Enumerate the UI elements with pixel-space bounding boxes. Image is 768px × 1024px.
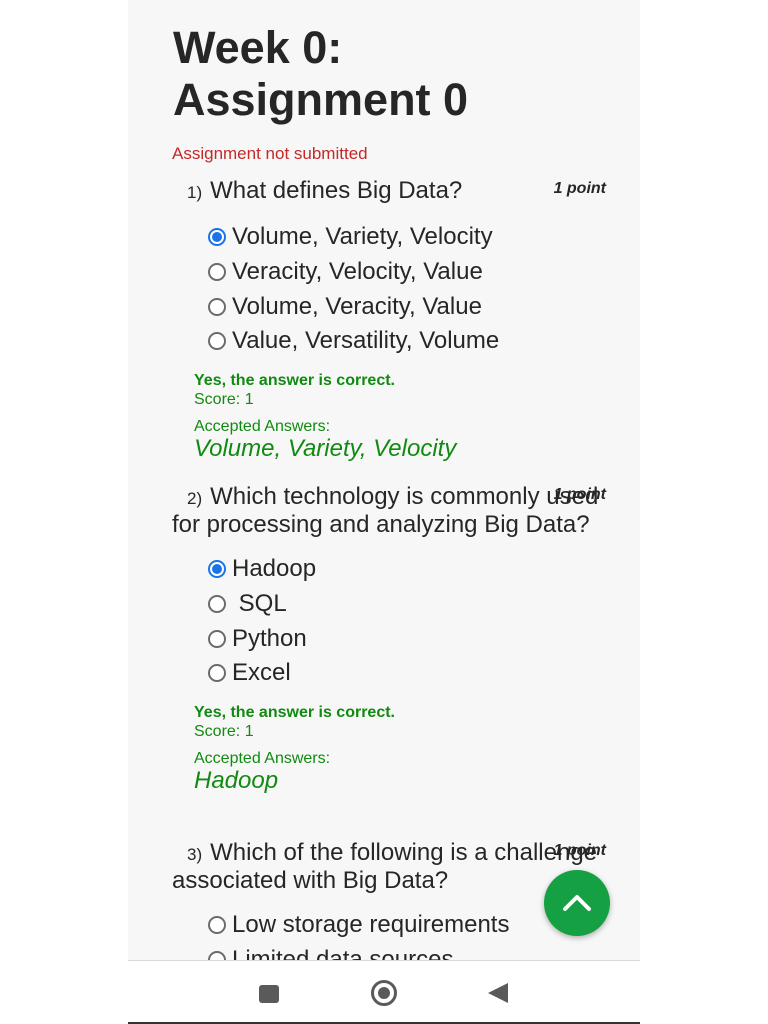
phone-screen: Week 0: Assignment 0 Assignment not subm… bbox=[128, 0, 640, 1024]
option-label: Value, Versatility, Volume bbox=[232, 327, 500, 355]
answer-feedback: Yes, the answer is correct. Score: 1 Acc… bbox=[194, 703, 612, 794]
accepted-answer: Volume, Variety, Velocity bbox=[194, 434, 457, 462]
answer-option[interactable]: Volume, Variety, Velocity bbox=[208, 220, 612, 255]
option-label: Volume, Variety, Velocity bbox=[232, 223, 493, 251]
feedback-correct: Yes, the answer is correct. bbox=[194, 703, 395, 721]
radio-button[interactable] bbox=[208, 263, 226, 282]
radio-button[interactable] bbox=[208, 629, 226, 648]
question-points: 1 point bbox=[553, 842, 606, 859]
option-label: Limited data sources bbox=[232, 946, 454, 960]
radio-button[interactable] bbox=[208, 916, 226, 935]
question-number: 3) bbox=[187, 845, 203, 864]
question-text: 1) What defines Big Data? bbox=[187, 177, 463, 204]
question-text: 2) Which technology is commonly used for … bbox=[172, 483, 599, 538]
question-number: 2) bbox=[187, 489, 203, 508]
answer-option[interactable]: SQL bbox=[208, 587, 612, 622]
accepted-answers-label: Accepted Answers: bbox=[194, 749, 331, 767]
radio-button[interactable] bbox=[208, 332, 226, 351]
answer-feedback: Yes, the answer is correct. Score: 1 Acc… bbox=[194, 371, 612, 462]
android-nav-bar bbox=[128, 960, 640, 1024]
answer-options: Hadoop SQL Python Excel bbox=[208, 552, 612, 691]
feedback-score: Score: 1 bbox=[194, 722, 254, 740]
option-label: Python bbox=[232, 624, 307, 652]
chevron-up-icon bbox=[563, 895, 591, 911]
option-label: Hadoop bbox=[232, 555, 317, 583]
answer-option[interactable]: Excel bbox=[208, 656, 612, 691]
page-title-line1: Week 0: bbox=[173, 22, 343, 73]
back-icon[interactable] bbox=[488, 983, 508, 1003]
option-label: Excel bbox=[232, 659, 291, 687]
radio-button[interactable] bbox=[208, 664, 226, 683]
question-points: 1 point bbox=[553, 486, 606, 503]
answer-option[interactable]: Limited data sources bbox=[208, 943, 612, 960]
answer-option[interactable]: Python bbox=[208, 621, 612, 656]
radio-button-checked[interactable] bbox=[208, 560, 226, 579]
assignment-content: Week 0: Assignment 0 Assignment not subm… bbox=[128, 0, 640, 960]
option-label: Veracity, Velocity, Value bbox=[232, 258, 483, 286]
option-label: Volume, Veracity, Value bbox=[232, 292, 482, 320]
feedback-correct: Yes, the answer is correct. bbox=[194, 371, 395, 389]
recent-apps-icon[interactable] bbox=[259, 985, 279, 1003]
question-number: 1) bbox=[187, 183, 203, 202]
submission-status: Assignment not submitted bbox=[172, 144, 368, 163]
accepted-answers-label: Accepted Answers: bbox=[194, 417, 331, 435]
radio-button[interactable] bbox=[208, 595, 226, 614]
question-2: 2) Which technology is commonly used for … bbox=[172, 484, 612, 794]
question-1: 1) What defines Big Data? 1 point Volume,… bbox=[172, 178, 612, 462]
accepted-answer: Hadoop bbox=[194, 766, 279, 794]
radio-button[interactable] bbox=[208, 297, 226, 316]
page-title: Week 0: Assignment 0 bbox=[173, 22, 613, 126]
page-title-line2: Assignment 0 bbox=[173, 74, 469, 125]
feedback-score: Score: 1 bbox=[194, 390, 254, 408]
question-text: 3) Which of the following is a challenge … bbox=[172, 839, 598, 894]
answer-option[interactable]: Veracity, Velocity, Value bbox=[208, 255, 612, 290]
option-label: SQL bbox=[232, 590, 287, 618]
question-points: 1 point bbox=[553, 180, 606, 197]
option-label: Low storage requirements bbox=[232, 911, 510, 939]
radio-button[interactable] bbox=[208, 951, 226, 960]
scroll-to-top-button[interactable] bbox=[544, 870, 610, 936]
radio-button-checked[interactable] bbox=[208, 228, 226, 247]
answer-option[interactable]: Volume, Veracity, Value bbox=[208, 289, 612, 324]
answer-option[interactable]: Hadoop bbox=[208, 552, 612, 587]
answer-options: Volume, Variety, Velocity Veracity, Velo… bbox=[208, 220, 612, 359]
answer-option[interactable]: Value, Versatility, Volume bbox=[208, 324, 612, 359]
home-icon[interactable] bbox=[371, 980, 397, 1006]
